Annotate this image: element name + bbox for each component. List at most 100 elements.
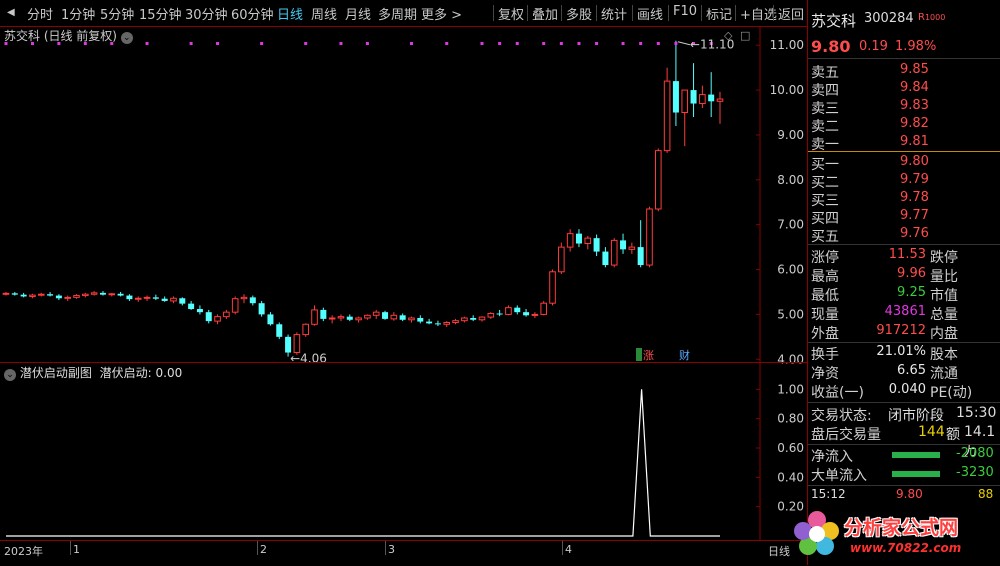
ask-row: 卖四 9.84 (808, 80, 1000, 99)
bid-row: 买二 9.79 (808, 172, 1000, 191)
toolbar-button-5[interactable]: F10 (673, 4, 697, 19)
period-tab-1[interactable]: 1分钟 (61, 4, 95, 23)
bid-price: 9.76 (900, 226, 929, 241)
ask-price: 9.84 (900, 80, 929, 95)
toolbar-button-4[interactable]: 画线 (637, 4, 663, 23)
candle-body (408, 317, 415, 321)
candle-body (267, 314, 274, 325)
toolbar-separator (735, 5, 736, 21)
toolbar-button-6[interactable]: 标记 (706, 4, 732, 23)
candle-body (161, 298, 168, 301)
candle-body (672, 81, 679, 113)
stat-row: 现量 43861 总量 (808, 304, 1000, 323)
candle-body (566, 233, 574, 248)
ask-label: 卖五 (811, 65, 839, 81)
candle-body (311, 309, 318, 325)
indicator-value: 潜伏启动: 0.00 (99, 366, 183, 380)
ask-row: 卖五 9.85 (808, 62, 1000, 81)
toolbar-button-8[interactable]: 返回 (778, 4, 804, 23)
toolbar-separator (561, 5, 562, 21)
candle-body (540, 302, 548, 315)
period-tab-5[interactable]: 60分钟 (231, 4, 274, 23)
candle-body (390, 314, 398, 320)
diamond-icon[interactable]: ◇ (724, 29, 732, 42)
tag-rise: 涨 (643, 349, 654, 362)
candle-body (346, 316, 353, 320)
candlestick-chart[interactable]: 4.005.006.007.008.009.0010.0011.00←11.10… (0, 26, 808, 366)
candle-body (708, 94, 715, 102)
chevron-down-icon[interactable]: ⌄ (120, 32, 133, 44)
candle-body (108, 293, 116, 296)
bid-label: 买一 (811, 157, 839, 173)
flow-label: 大单流入 (811, 468, 867, 484)
toolbar-button-7[interactable]: +自选 (740, 4, 777, 23)
stat-row: 换手 21.01% 股本 (808, 344, 1000, 363)
ask-price: 9.83 (900, 98, 929, 113)
signal-dot (216, 42, 220, 45)
toolbar-button-1[interactable]: 叠加 (532, 4, 558, 23)
time-label: 2 (260, 543, 267, 556)
stat-row: 外盘 917212 内盘 (808, 323, 1000, 342)
stat-value: 6.65 (897, 363, 926, 378)
toolbar-button-3[interactable]: 统计 (601, 4, 627, 23)
time-label: 4 (565, 543, 572, 556)
chevron-down-icon[interactable]: ⌄ (4, 369, 16, 381)
candle-body (417, 317, 424, 322)
ask-price: 9.82 (900, 116, 929, 131)
period-tab-10[interactable]: 更多 > (421, 4, 462, 23)
candle-body (514, 307, 521, 313)
square-icon[interactable]: □ (740, 29, 750, 42)
signal-dot (480, 42, 484, 45)
signal-dot (409, 42, 413, 45)
signal-dot (515, 42, 519, 45)
candle-body (399, 315, 406, 320)
candle-body (285, 336, 292, 353)
period-tab-7[interactable]: 周线 (311, 4, 337, 23)
period-tab-6[interactable]: 日线 (277, 4, 303, 23)
period-tab-0[interactable]: 分时 (27, 4, 53, 23)
flow-row: 净流入 -2080 (808, 446, 1000, 465)
period-tab-8[interactable]: 月线 (345, 4, 371, 23)
time-label: 3 (388, 543, 395, 556)
bid-label: 买三 (811, 193, 839, 209)
badge-num: 1000 (924, 13, 946, 22)
scroll-left-icon[interactable]: ◀ (7, 7, 15, 18)
candle-body (196, 309, 203, 313)
period-tab-9[interactable]: 多周期 (378, 4, 417, 23)
toolbar-button-0[interactable]: 复权 (498, 4, 524, 23)
toolbar-button-2[interactable]: 多股 (566, 4, 592, 23)
candle-body (681, 89, 689, 114)
stock-header: 苏交科 300284 R1000 (808, 10, 1000, 30)
divider (808, 58, 1000, 59)
candle-body (240, 296, 248, 300)
stat-label: 外盘 (811, 326, 839, 342)
stat-label: 最高 (811, 269, 839, 285)
candle-body (64, 296, 72, 299)
sub-chart-title: ⌄ 潜伏启动副图 潜伏启动: 0.00 (4, 364, 182, 381)
signal-dot (445, 42, 449, 45)
divider (808, 485, 1000, 486)
candle-body (99, 292, 106, 295)
candle-body (575, 233, 582, 244)
stat-label2: 股本 (930, 347, 958, 363)
divider (808, 244, 1000, 245)
period-tab-3[interactable]: 15分钟 (139, 4, 182, 23)
candle-body (179, 298, 186, 304)
candle-body (690, 90, 697, 104)
stat-row: 收益(一) 0.040 PE(动) (808, 382, 1000, 401)
candle-body (663, 80, 671, 152)
ask-label: 卖三 (811, 101, 839, 117)
period-tab-2[interactable]: 5分钟 (100, 4, 134, 23)
tick-price: 9.80 (896, 487, 923, 501)
toolbar-separator (596, 5, 597, 21)
watermark: 分析家公式网 www.70822.com (790, 505, 1000, 563)
stat-label2: 内盘 (930, 326, 958, 342)
candle-body (426, 321, 433, 324)
signal-dot (498, 42, 502, 45)
tick-volume: 88 (978, 487, 994, 501)
price-tick-label: 7.00 (777, 218, 804, 232)
indicator-chart[interactable]: 0.200.400.600.801.00 (0, 362, 808, 540)
stat-label2: 市值 (930, 288, 958, 304)
period-tab-4[interactable]: 30分钟 (185, 4, 228, 23)
candle-body (258, 303, 265, 315)
